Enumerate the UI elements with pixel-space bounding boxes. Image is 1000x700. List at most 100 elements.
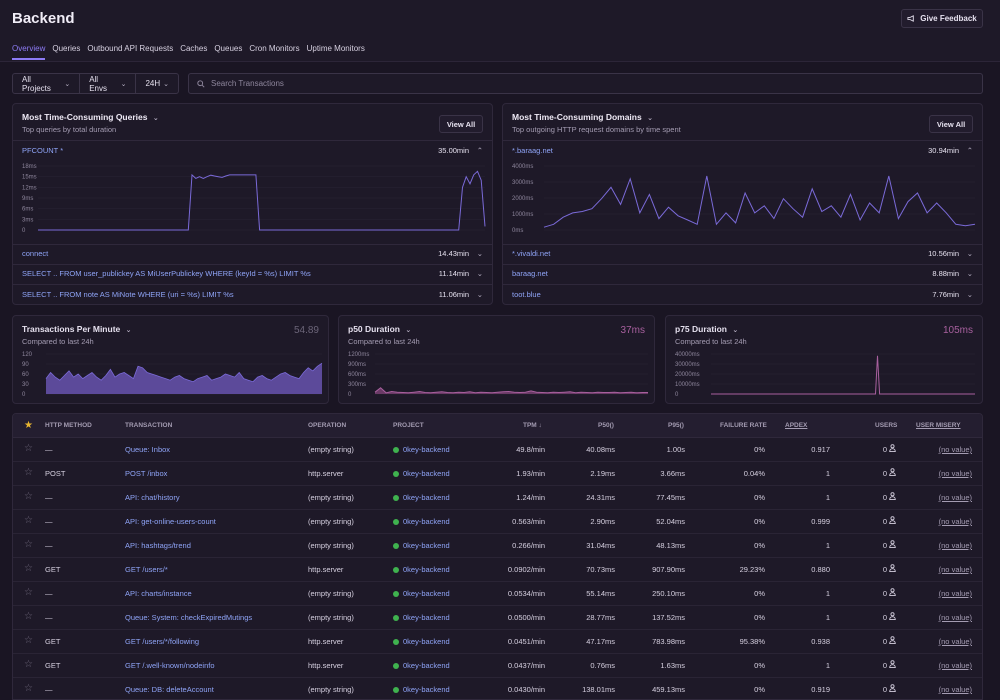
transaction-link[interactable]: GET /.well-known/nodeinfo	[125, 661, 215, 670]
star-icon[interactable]: ☆	[24, 611, 33, 622]
transaction-link[interactable]: Queue: Inbox	[125, 445, 170, 454]
star-icon[interactable]: ☆	[24, 659, 33, 670]
domain-label[interactable]: *.vivaldi.net	[512, 249, 550, 258]
domains-view-all-button[interactable]: View All	[929, 115, 973, 133]
user-misery-cell[interactable]: (no value)	[939, 469, 972, 478]
user-misery-cell[interactable]: (no value)	[939, 637, 972, 646]
user-misery-cell[interactable]: (no value)	[939, 541, 972, 550]
header-operation[interactable]: OPERATION	[308, 422, 346, 429]
chevron-down-icon[interactable]: ⌄	[477, 249, 483, 258]
domain-label[interactable]: baraag.net	[512, 269, 548, 278]
project-label[interactable]: 0key-backend	[403, 589, 450, 598]
p75-title[interactable]: p75 Duration ⌄	[675, 324, 738, 334]
star-icon[interactable]: ☆	[24, 587, 33, 598]
project-label[interactable]: 0key-backend	[403, 637, 450, 646]
header-http-method[interactable]: HTTP METHOD	[45, 422, 92, 429]
user-misery-cell[interactable]: (no value)	[939, 445, 972, 454]
domain-row-expanded[interactable]: *.baraag.net 30.94min ⌃	[512, 146, 973, 158]
project-label[interactable]: 0key-backend	[403, 613, 450, 622]
query-label[interactable]: connect	[22, 249, 48, 258]
star-icon[interactable]: ☆	[24, 539, 33, 550]
chevron-down-icon[interactable]: ⌄	[967, 269, 973, 278]
user-misery-cell[interactable]: (no value)	[939, 685, 972, 694]
project-label[interactable]: 0key-backend	[403, 517, 450, 526]
header-project[interactable]: PROJECT	[393, 422, 424, 429]
header-failure-rate[interactable]: FAILURE RATE	[720, 422, 767, 429]
star-icon[interactable]: ☆	[24, 563, 33, 574]
tab-uptime-monitors[interactable]: Uptime Monitors	[307, 44, 365, 60]
user-misery-cell[interactable]: (no value)	[939, 589, 972, 598]
query-label[interactable]: PFCOUNT *	[22, 146, 63, 155]
transaction-link[interactable]: GET /users/*	[125, 565, 168, 574]
header-p95[interactable]: P95()	[668, 422, 684, 429]
project-label[interactable]: 0key-backend	[403, 469, 450, 478]
domain-row[interactable]: baraag.net 8.88min ⌄	[512, 269, 973, 281]
transaction-link[interactable]: API: charts/instance	[125, 589, 192, 598]
star-filled-icon[interactable]: ★	[24, 420, 33, 431]
transaction-link[interactable]: POST /inbox	[125, 469, 167, 478]
chevron-down-icon[interactable]: ⌄	[967, 290, 973, 299]
star-icon[interactable]: ☆	[24, 467, 33, 478]
project-label[interactable]: 0key-backend	[403, 661, 450, 670]
project-label[interactable]: 0key-backend	[403, 541, 450, 550]
chevron-down-icon[interactable]: ⌄	[967, 249, 973, 258]
header-transaction[interactable]: TRANSACTION	[125, 422, 172, 429]
query-label[interactable]: SELECT .. FROM user_publickey AS MiUserP…	[22, 269, 311, 278]
header-tpm[interactable]: TPM ↓	[523, 422, 542, 429]
transaction-link[interactable]: Queue: System: checkExpiredMutings	[125, 613, 252, 622]
project-label[interactable]: 0key-backend	[403, 685, 450, 694]
search-transactions-input[interactable]: Search Transactions	[188, 73, 983, 94]
user-misery-cell[interactable]: (no value)	[939, 565, 972, 574]
tab-caches[interactable]: Caches	[180, 44, 207, 60]
query-label[interactable]: SELECT .. FROM note AS MiNote WHERE (uri…	[22, 290, 234, 299]
tab-overview[interactable]: Overview	[12, 44, 46, 60]
period-filter[interactable]: 24H ⌄	[136, 74, 178, 93]
tab-queries[interactable]: Queries	[52, 44, 80, 60]
transaction-link[interactable]: Queue: DB: deleteAccount	[125, 685, 214, 694]
domain-label[interactable]: *.baraag.net	[512, 146, 553, 155]
query-row-expanded[interactable]: PFCOUNT * 35.00min ⌃	[22, 146, 483, 158]
queries-panel-title[interactable]: Most Time-Consuming Queries ⌄	[22, 112, 159, 122]
p50-title[interactable]: p50 Duration ⌄	[348, 324, 411, 334]
header-apdex[interactable]: APDEX	[785, 422, 807, 429]
p50-cell: 55.14ms	[586, 589, 615, 598]
user-misery-cell[interactable]: (no value)	[939, 493, 972, 502]
chevron-up-icon[interactable]: ⌃	[477, 146, 483, 155]
project-label[interactable]: 0key-backend	[403, 493, 450, 502]
query-row[interactable]: SELECT .. FROM note AS MiNote WHERE (uri…	[22, 290, 483, 302]
chevron-down-icon[interactable]: ⌄	[477, 269, 483, 278]
transaction-link[interactable]: GET /users/*/following	[125, 637, 199, 646]
star-icon[interactable]: ☆	[24, 491, 33, 502]
transaction-link[interactable]: API: chat/history	[125, 493, 180, 502]
domain-label[interactable]: toot.blue	[512, 290, 541, 299]
query-row[interactable]: connect 14.43min ⌄	[22, 249, 483, 261]
user-misery-cell[interactable]: (no value)	[939, 613, 972, 622]
give-feedback-button[interactable]: Give Feedback	[901, 9, 983, 28]
star-icon[interactable]: ☆	[24, 515, 33, 526]
transaction-link[interactable]: API: get-online-users-count	[125, 517, 216, 526]
tab-outbound-api[interactable]: Outbound API Requests	[87, 44, 173, 60]
chevron-down-icon[interactable]: ⌄	[477, 290, 483, 299]
domain-row[interactable]: *.vivaldi.net 10.56min ⌄	[512, 249, 973, 261]
chevron-up-icon[interactable]: ⌃	[967, 146, 973, 155]
queries-view-all-button[interactable]: View All	[439, 115, 483, 133]
star-icon[interactable]: ☆	[24, 635, 33, 646]
tab-cron-monitors[interactable]: Cron Monitors	[249, 44, 299, 60]
query-row[interactable]: SELECT .. FROM user_publickey AS MiUserP…	[22, 269, 483, 281]
project-label[interactable]: 0key-backend	[403, 565, 450, 574]
env-filter[interactable]: All Envs ⌄	[80, 74, 137, 93]
domain-row[interactable]: toot.blue 7.76min ⌄	[512, 290, 973, 302]
header-users[interactable]: USERS	[875, 422, 897, 429]
star-icon[interactable]: ☆	[24, 443, 33, 454]
transaction-link[interactable]: API: hashtags/trend	[125, 541, 191, 550]
domains-panel-title[interactable]: Most Time-Consuming Domains ⌄	[512, 112, 653, 122]
star-icon[interactable]: ☆	[24, 683, 33, 694]
project-label[interactable]: 0key-backend	[403, 445, 450, 454]
header-p50[interactable]: P50()	[598, 422, 614, 429]
user-misery-cell[interactable]: (no value)	[939, 661, 972, 670]
user-misery-cell[interactable]: (no value)	[939, 517, 972, 526]
tab-queues[interactable]: Queues	[214, 44, 242, 60]
tpm-title[interactable]: Transactions Per Minute ⌄	[22, 324, 132, 334]
project-filter[interactable]: All Projects ⌄	[13, 74, 81, 93]
header-user-misery[interactable]: USER MISERY	[916, 422, 961, 429]
